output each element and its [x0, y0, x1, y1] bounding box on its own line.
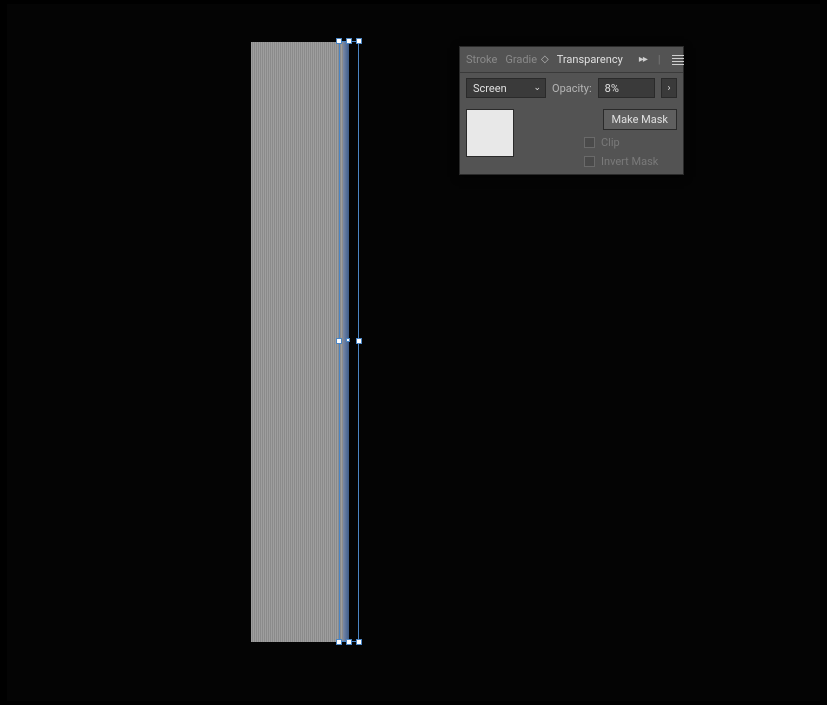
selection-handle-top-left[interactable] — [336, 38, 342, 44]
blend-mode-value: Screen — [473, 82, 507, 95]
selection-handle-top-right[interactable] — [356, 38, 362, 44]
tab-transparency[interactable]: Transparency — [557, 53, 623, 66]
artwork-rectangle[interactable] — [251, 42, 345, 642]
artwork-highlight-stripe — [343, 42, 349, 642]
updown-icon[interactable]: ◇ — [541, 54, 549, 65]
tab-stroke[interactable]: Stroke — [466, 53, 497, 66]
selection-handle-bottom-right[interactable] — [356, 639, 362, 645]
make-mask-button[interactable]: Make Mask — [603, 109, 677, 130]
panel-menu-icon[interactable] — [672, 54, 684, 66]
selection-handle-mid-right[interactable] — [356, 338, 362, 344]
canvas-workspace[interactable]: Stroke Gradie ◇ Transparency ▸▸ | Screen… — [7, 4, 820, 701]
invert-mask-checkbox-row[interactable]: Invert Mask — [524, 155, 677, 168]
opacity-value: 8% — [605, 82, 619, 95]
clip-checkbox[interactable] — [584, 137, 595, 148]
selection-handle-center[interactable] — [346, 338, 350, 342]
blend-mode-select[interactable]: Screen ⌄ — [466, 78, 546, 98]
blend-opacity-row: Screen ⌄ Opacity: 8% › — [460, 73, 683, 103]
mask-section: Make Mask Clip Invert Mask — [460, 103, 683, 174]
invert-mask-label: Invert Mask — [601, 155, 658, 168]
clip-checkbox-row[interactable]: Clip — [524, 136, 677, 149]
selection-handle-mid-left[interactable] — [336, 338, 342, 344]
selection-handle-bottom-left[interactable] — [336, 639, 342, 645]
opacity-input[interactable]: 8% — [598, 78, 655, 98]
clip-label: Clip — [601, 136, 620, 149]
object-thumbnail[interactable] — [466, 109, 514, 157]
collapse-icon[interactable]: ▸▸ — [639, 54, 647, 65]
invert-mask-checkbox[interactable] — [584, 156, 595, 167]
tab-gradient[interactable]: Gradie — [505, 53, 537, 66]
opacity-slider-flyout[interactable]: › — [661, 78, 677, 98]
opacity-label: Opacity: — [552, 82, 592, 95]
separator: | — [658, 53, 661, 66]
chevron-right-icon: › — [667, 83, 670, 94]
selection-handle-top-mid[interactable] — [346, 38, 352, 44]
selection-handle-bottom-mid[interactable] — [346, 639, 352, 645]
transparency-panel: Stroke Gradie ◇ Transparency ▸▸ | Screen… — [459, 46, 684, 175]
chevron-down-icon: ⌄ — [533, 83, 541, 93]
panel-tab-bar: Stroke Gradie ◇ Transparency ▸▸ | — [460, 47, 683, 73]
